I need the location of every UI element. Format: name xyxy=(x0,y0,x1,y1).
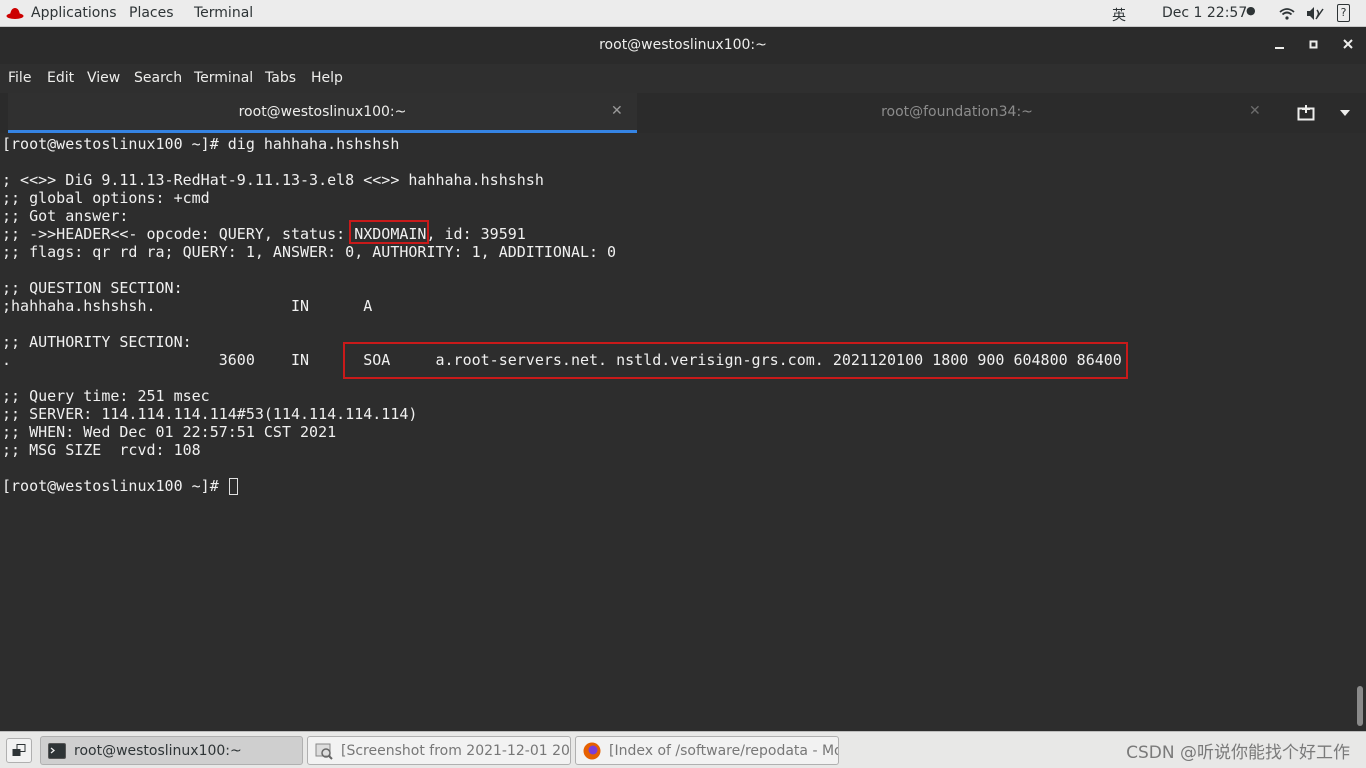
tab-foundation34[interactable]: root@foundation34:~ ✕ xyxy=(637,93,1277,133)
show-desktop-button[interactable] xyxy=(6,738,32,763)
close-window-button[interactable] xyxy=(1338,35,1358,55)
taskbar-item-label: root@westoslinux100:~ xyxy=(74,743,242,759)
csdn-watermark: CSDN @听说你能找个好工作 xyxy=(1126,743,1350,763)
input-method-indicator[interactable]: 英 xyxy=(1112,5,1126,25)
taskbar: root@westoslinux100:~ [Screenshot from 2… xyxy=(0,731,1366,768)
terminal-line: ;; flags: qr rd ra; QUERY: 1, ANSWER: 0,… xyxy=(2,243,617,261)
maximize-icon xyxy=(1309,40,1318,49)
terminal-line: ;; QUESTION SECTION: xyxy=(2,279,183,297)
terminal-line: ;; AUTHORITY SECTION: xyxy=(2,333,192,351)
menu-edit[interactable]: Edit xyxy=(47,70,74,86)
terminal-line: ;; MSG SIZE rcvd: 108 xyxy=(2,441,201,459)
terminal-app-menu[interactable]: Terminal xyxy=(194,5,253,21)
close-icon xyxy=(1343,39,1353,49)
top-bar: Applications Places Terminal 英 Dec 1 22:… xyxy=(0,0,1366,27)
nxdomain-highlight-box xyxy=(349,220,429,244)
menu-view[interactable]: View xyxy=(87,70,120,86)
taskbar-item-terminal[interactable]: root@westoslinux100:~ xyxy=(40,736,303,765)
menu-file[interactable]: File xyxy=(8,70,31,86)
tab-label: root@westoslinux100:~ xyxy=(238,104,407,120)
maximize-button[interactable] xyxy=(1304,35,1324,55)
chevron-down-icon[interactable] xyxy=(1339,109,1351,117)
tab-close-icon[interactable]: ✕ xyxy=(1249,103,1261,119)
terminal-line: ;; global options: +cmd xyxy=(2,189,210,207)
terminal-line: [root@westoslinux100 ~]# dig hahhaha.hsh… xyxy=(2,135,400,153)
taskbar-item-firefox[interactable]: [Index of /software/repodata - Mozil... xyxy=(575,736,839,765)
image-viewer-icon xyxy=(315,743,333,760)
notification-dot-icon: ● xyxy=(1246,4,1256,17)
terminal-output: [root@westoslinux100 ~]# dig hahhaha.hsh… xyxy=(2,135,1122,495)
applications-menu[interactable]: Applications xyxy=(31,5,117,21)
tab-bar: root@westoslinux100:~ ✕ root@foundation3… xyxy=(0,93,1366,133)
window-title: root@westoslinux100:~ xyxy=(599,37,767,53)
terminal-line: ;; Got answer: xyxy=(2,207,129,225)
text-cursor xyxy=(228,478,238,495)
scrollbar[interactable] xyxy=(1357,686,1363,726)
wifi-icon[interactable] xyxy=(1279,7,1295,20)
clock[interactable]: Dec 1 22:57 xyxy=(1162,5,1247,21)
terminal-line: ;; WHEN: Wed Dec 01 22:57:51 CST 2021 xyxy=(2,423,337,441)
terminal-area[interactable]: [root@westoslinux100 ~]# dig hahhaha.hsh… xyxy=(0,133,1366,731)
taskbar-item-screenshot[interactable]: [Screenshot from 2021-12-01 20-... xyxy=(307,736,571,765)
firefox-icon xyxy=(583,742,601,760)
terminal-line: ;; ->>HEADER<<- opcode: QUERY, status: N… xyxy=(2,225,526,243)
terminal-line: ;; SERVER: 114.114.114.114#53(114.114.11… xyxy=(2,405,418,423)
menu-help[interactable]: Help xyxy=(311,70,343,86)
minimize-icon xyxy=(1275,47,1284,49)
tab-westoslinux100[interactable]: root@westoslinux100:~ ✕ xyxy=(8,93,637,133)
menu-tabs[interactable]: Tabs xyxy=(265,70,296,86)
menubar: File Edit View Search Terminal Tabs Help xyxy=(0,64,1366,93)
terminal-icon xyxy=(48,743,66,759)
tab-close-icon[interactable]: ✕ xyxy=(611,103,623,119)
terminal-line: ; <<>> DiG 9.11.13-RedHat-9.11.13-3.el8 … xyxy=(2,171,544,189)
redhat-logo-icon[interactable] xyxy=(6,6,24,20)
places-menu[interactable]: Places xyxy=(129,5,174,21)
new-tab-icon[interactable] xyxy=(1297,105,1315,122)
minimize-button[interactable] xyxy=(1270,35,1290,55)
terminal-line: ;; Query time: 251 msec xyxy=(2,387,210,405)
tab-label: root@foundation34:~ xyxy=(881,104,1033,120)
taskbar-item-label: [Index of /software/repodata - Mozil... xyxy=(609,743,838,759)
workspace-switcher-icon xyxy=(12,744,26,756)
taskbar-item-label: [Screenshot from 2021-12-01 20-... xyxy=(341,743,571,759)
volume-icon[interactable] xyxy=(1306,6,1324,21)
window-titlebar[interactable]: root@westoslinux100:~ xyxy=(0,27,1366,64)
terminal-prompt: [root@westoslinux100 ~]# xyxy=(2,477,228,495)
menu-search[interactable]: Search xyxy=(134,70,182,86)
soa-highlight-box xyxy=(343,342,1128,379)
terminal-line: ;hahhaha.hshshsh. IN A xyxy=(2,297,373,315)
menu-terminal[interactable]: Terminal xyxy=(194,70,253,86)
power-menu-icon[interactable]: ? xyxy=(1337,4,1350,22)
